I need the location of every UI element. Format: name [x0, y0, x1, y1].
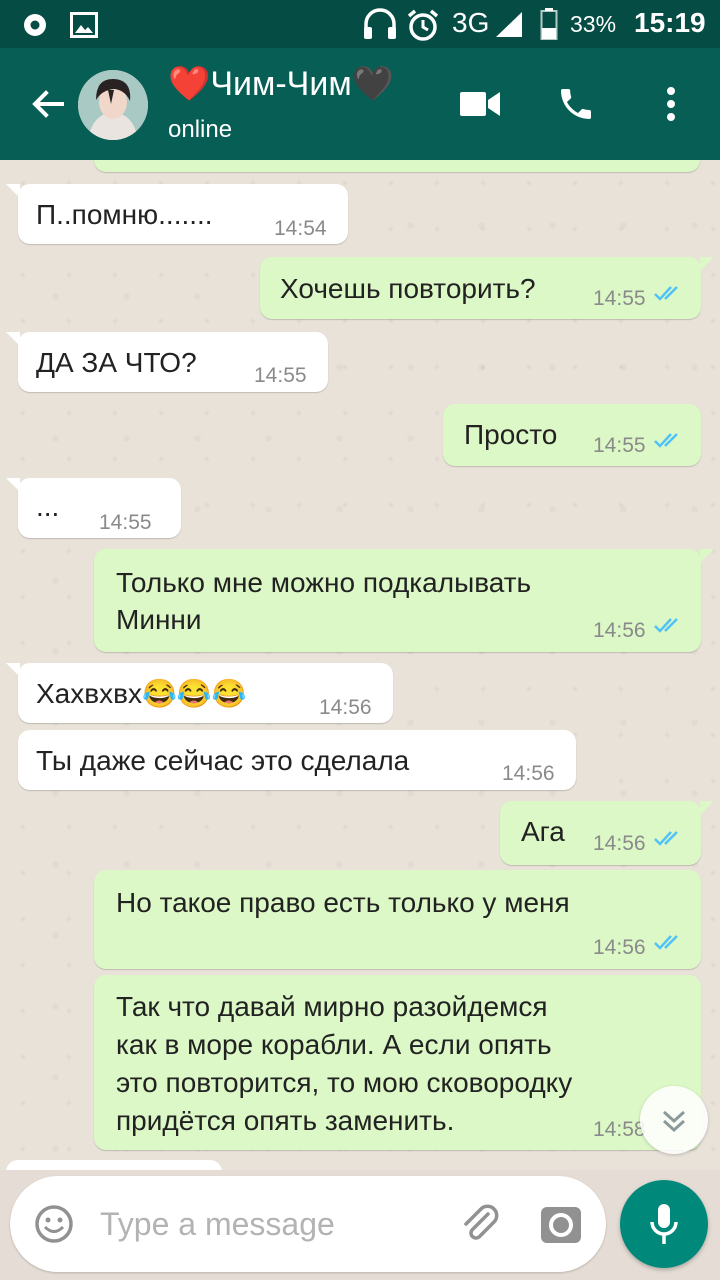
message-time: 14:56	[593, 619, 646, 642]
message-bubble-outgoing[interactable]: Так что давай мирно разойдемся как в мор…	[94, 975, 701, 1150]
message-text: Но такое право есть только у меня	[116, 887, 570, 918]
phone-call-icon[interactable]	[556, 84, 596, 124]
clock: 15:19	[634, 7, 706, 38]
bubble-tail	[6, 663, 20, 677]
message-time: 14:54	[274, 217, 327, 240]
message-text-line: Только мне можно подкалывать	[116, 567, 532, 598]
bubble-tail	[6, 184, 20, 198]
emoji-icon[interactable]	[34, 1204, 74, 1244]
message-time: 14:55	[99, 511, 152, 534]
camera-icon[interactable]	[540, 1204, 582, 1244]
message-text-line: Так что давай мирно разойдемся	[116, 991, 548, 1022]
message-bubble-incoming[interactable]: ДА ЗА ЧТО? 14:55	[18, 332, 328, 392]
read-receipt-icon	[654, 286, 678, 301]
message-bubble-outgoing[interactable]: Просто 14:55	[443, 404, 701, 466]
battery-level: 33%	[570, 11, 617, 37]
bubble-tail	[700, 257, 714, 271]
back-arrow-icon[interactable]	[26, 82, 70, 126]
contact-status: online	[168, 116, 233, 143]
message-text: П..помню.......	[36, 199, 213, 230]
notification-dot-icon	[24, 14, 46, 36]
message-bubble-partial[interactable]	[94, 160, 700, 172]
read-receipt-icon	[654, 831, 678, 846]
message-text: Ты даже сейчас это сделала	[36, 745, 410, 776]
message-text: Ага	[521, 816, 565, 847]
message-time: 14:56	[593, 936, 646, 959]
message-list[interactable]: П..помню....... 14:54 Хочешь повторить? …	[0, 160, 720, 1170]
contact-avatar[interactable]	[78, 70, 148, 140]
message-bubble-outgoing[interactable]: Только мне можно подкалывать Минни 14:56	[94, 549, 701, 652]
image-notification-icon	[70, 12, 98, 38]
message-time: 14:55	[593, 287, 646, 310]
microphone-icon	[650, 1204, 678, 1244]
read-receipt-icon	[654, 935, 678, 950]
message-text-line: придётся опять заменить.	[116, 1105, 455, 1136]
message-text-line: Минни	[116, 604, 202, 635]
message-time: 14:55	[593, 434, 646, 457]
bubble-tail	[6, 332, 20, 346]
headphones-icon	[364, 8, 396, 39]
message-bubble-outgoing[interactable]: Но такое право есть только у меня 14:56	[94, 870, 701, 969]
message-time: 14:55	[254, 364, 307, 387]
message-bubble-outgoing[interactable]: Хочешь повторить? 14:55	[260, 257, 701, 319]
read-receipt-icon	[654, 433, 678, 448]
alarm-icon	[407, 9, 439, 41]
message-text-line: это повторится, то мою сковородку	[116, 1067, 573, 1098]
message-text-line: как в море корабли. А если опять	[116, 1029, 552, 1060]
message-time: 14:56	[593, 832, 646, 855]
battery-icon	[540, 8, 558, 40]
message-bubble-partial[interactable]	[6, 1160, 222, 1170]
bubble-tail	[700, 549, 714, 563]
signal-icon	[496, 12, 522, 37]
avatar-image	[78, 70, 148, 140]
attach-icon[interactable]	[458, 1202, 502, 1246]
message-bubble-incoming[interactable]: П..помню....... 14:54	[18, 184, 348, 244]
message-text: ДА ЗА ЧТО?	[36, 347, 197, 378]
network-type: 3G	[452, 7, 490, 38]
video-call-icon[interactable]	[460, 90, 500, 118]
status-bar: 3G 33% 15:19	[0, 0, 720, 48]
message-time: 14:56	[502, 762, 555, 785]
message-text: Хахвхвх😂😂😂	[36, 678, 247, 709]
message-text: Хочешь повторить?	[280, 273, 536, 304]
bubble-tail	[6, 478, 20, 492]
message-text: Просто	[464, 419, 558, 450]
message-time: 14:58	[593, 1118, 646, 1141]
message-bubble-incoming[interactable]: ... 14:55	[18, 478, 181, 538]
read-receipt-icon	[654, 618, 678, 633]
chat-header: ❤️Чим-Чим🖤 online	[0, 48, 720, 160]
message-composer[interactable]: Type a message	[10, 1176, 606, 1272]
message-time: 14:56	[319, 696, 372, 719]
scroll-to-bottom-button[interactable]	[640, 1086, 708, 1154]
message-input[interactable]: Type a message	[100, 1206, 335, 1243]
bubble-tail	[700, 801, 714, 815]
more-options-icon[interactable]	[664, 86, 678, 122]
voice-message-button[interactable]	[620, 1180, 708, 1268]
message-bubble-outgoing[interactable]: Ага 14:56	[500, 801, 701, 865]
message-text: ...	[36, 491, 60, 522]
message-bubble-incoming[interactable]: Хахвхвх😂😂😂 14:56	[18, 663, 393, 723]
contact-name[interactable]: ❤️Чим-Чим🖤	[168, 64, 394, 104]
double-chevron-down-icon	[662, 1110, 686, 1133]
message-bubble-incoming[interactable]: Ты даже сейчас это сделала 14:56	[18, 730, 576, 790]
